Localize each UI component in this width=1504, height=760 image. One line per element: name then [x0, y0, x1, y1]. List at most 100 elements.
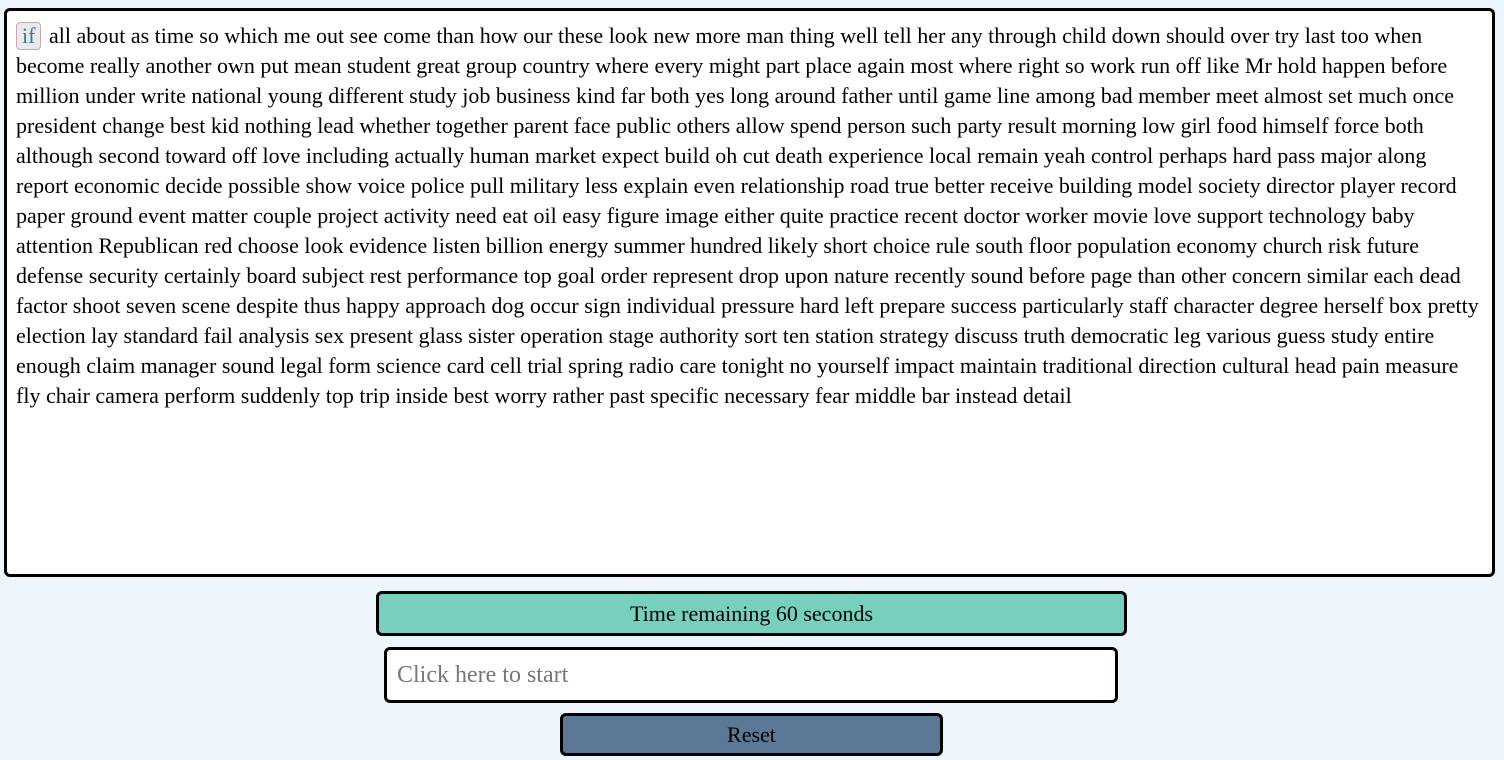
- word: even: [693, 173, 736, 198]
- word: movie: [1093, 203, 1149, 228]
- word: chair: [45, 383, 90, 408]
- word: relationship: [740, 173, 845, 198]
- word: seven: [125, 293, 177, 318]
- word: past: [609, 383, 645, 408]
- word: all: [48, 23, 71, 48]
- word: perhaps: [1158, 143, 1228, 168]
- word: similar: [1306, 263, 1368, 288]
- word: look: [304, 233, 344, 258]
- word: security: [88, 263, 159, 288]
- word: bar: [921, 383, 950, 408]
- word: fail: [203, 323, 233, 348]
- word: result: [1007, 113, 1057, 138]
- word: practice: [829, 203, 899, 228]
- word-text-box: if all about as time so which me out see…: [4, 8, 1495, 577]
- word: under: [85, 83, 136, 108]
- word: Republican: [98, 233, 199, 258]
- word: authority: [659, 323, 739, 348]
- word: actually: [394, 143, 465, 168]
- word: business: [495, 83, 571, 108]
- word: spend: [790, 113, 842, 138]
- word: best: [169, 113, 206, 138]
- word: red: [204, 233, 233, 258]
- word: father: [841, 83, 893, 108]
- word: despite: [235, 293, 299, 318]
- word: risk: [1328, 233, 1362, 258]
- word: dead: [1419, 263, 1461, 288]
- word: quite: [779, 203, 824, 228]
- word: member: [1138, 83, 1211, 108]
- reset-button[interactable]: Reset: [560, 713, 943, 756]
- word: better: [934, 173, 985, 198]
- word: see: [349, 23, 378, 48]
- word: doctor: [963, 203, 1020, 228]
- word: off: [1175, 53, 1201, 78]
- word: specific: [650, 383, 719, 408]
- word: direction: [1138, 353, 1217, 378]
- word: society: [1198, 173, 1261, 198]
- word: great: [416, 53, 461, 78]
- word: most: [910, 53, 954, 78]
- word: police: [410, 173, 465, 198]
- word: show: [305, 173, 353, 198]
- word: study: [1330, 323, 1379, 348]
- word: try: [1274, 23, 1300, 48]
- word: group: [465, 53, 517, 78]
- word: out: [316, 23, 345, 48]
- word: look: [608, 23, 648, 48]
- word: human: [469, 143, 530, 168]
- word: goal: [557, 263, 596, 288]
- word: including: [305, 143, 389, 168]
- word: remain: [977, 143, 1039, 168]
- word: page: [1090, 263, 1133, 288]
- word: maintain: [959, 353, 1037, 378]
- word: down: [1111, 23, 1161, 48]
- word: hold: [1277, 53, 1317, 78]
- word: matter: [191, 203, 248, 228]
- word: lay: [91, 323, 119, 348]
- word: top: [523, 263, 552, 288]
- word: upon: [784, 263, 829, 288]
- word: food: [1216, 113, 1257, 138]
- word: each: [1373, 263, 1414, 288]
- word: image: [664, 203, 719, 228]
- word: mean: [293, 53, 342, 78]
- word: where: [595, 53, 649, 78]
- word: form: [328, 353, 371, 378]
- word: every: [654, 53, 704, 78]
- word: necessary: [724, 383, 810, 408]
- word: much: [1358, 83, 1407, 108]
- word: different: [328, 83, 404, 108]
- word: hard: [1232, 143, 1272, 168]
- word: hundred: [690, 233, 763, 258]
- typing-input[interactable]: [384, 647, 1118, 703]
- word: radio: [628, 353, 674, 378]
- word: herself: [1323, 293, 1384, 318]
- word: best: [453, 383, 489, 408]
- word: middle: [854, 383, 916, 408]
- word: guess: [1276, 323, 1326, 348]
- word: love: [1153, 203, 1192, 228]
- word: kid: [210, 113, 240, 138]
- word: represent: [652, 263, 734, 288]
- word: cell: [490, 353, 522, 378]
- word: although: [16, 143, 93, 168]
- word: control: [1090, 143, 1154, 168]
- word: science: [376, 353, 442, 378]
- word: time: [154, 23, 194, 48]
- word: change: [102, 113, 165, 138]
- word: through: [988, 23, 1057, 48]
- word: choose: [237, 233, 299, 258]
- word: event: [138, 203, 186, 228]
- word: either: [724, 203, 775, 228]
- word: place: [805, 53, 852, 78]
- word: right: [1017, 53, 1060, 78]
- word: parent: [513, 113, 569, 138]
- word: line: [996, 83, 1030, 108]
- word: glass: [418, 323, 463, 348]
- word: run: [1140, 53, 1171, 78]
- timer-display: Time remaining 60 seconds: [376, 591, 1127, 636]
- word: ten: [782, 323, 810, 348]
- word: approach: [405, 293, 486, 318]
- word: when: [1374, 23, 1423, 48]
